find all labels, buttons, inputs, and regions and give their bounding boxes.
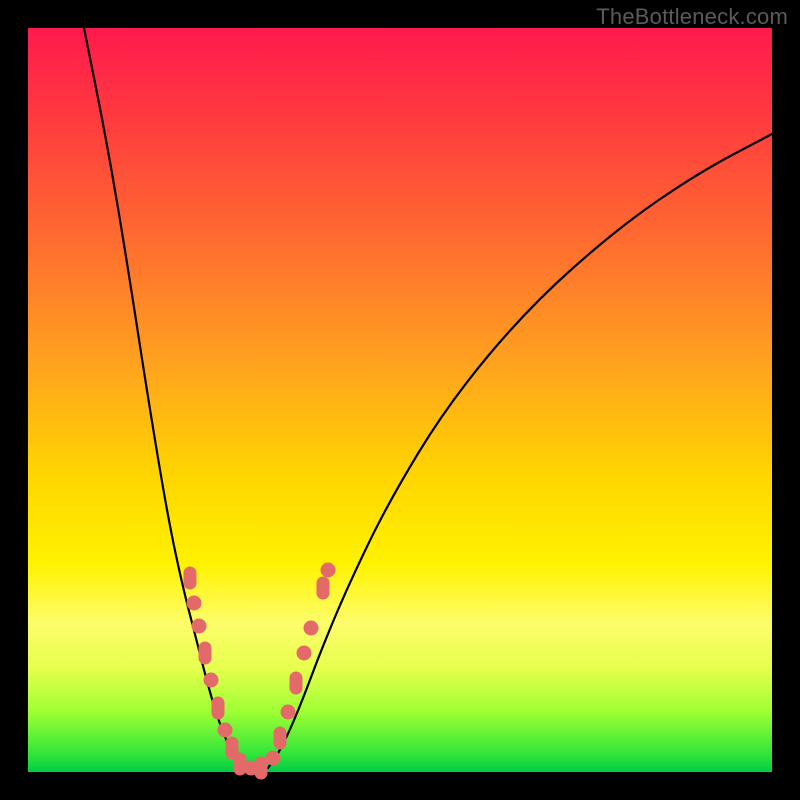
- marker-dot: [218, 723, 232, 737]
- marker-lozenge: [255, 757, 267, 779]
- marker-dot: [187, 596, 201, 610]
- marker-lozenge: [184, 567, 196, 589]
- marker-dot: [321, 563, 335, 577]
- marker-lozenge: [290, 672, 302, 694]
- marker-lozenge: [317, 577, 329, 599]
- marker-dot: [266, 751, 280, 765]
- left-branch-curve: [84, 28, 242, 767]
- marker-dot: [204, 673, 218, 687]
- marker-lozenge: [199, 642, 211, 664]
- chart-svg: [28, 28, 772, 772]
- watermark-text: TheBottleneck.com: [596, 4, 788, 30]
- marker-dot: [281, 705, 295, 719]
- marker-lozenge: [212, 697, 224, 719]
- chart-frame: [28, 28, 772, 772]
- marker-dot: [192, 619, 206, 633]
- marker-dot: [304, 621, 318, 635]
- marker-dot: [297, 646, 311, 660]
- marker-lozenge: [234, 753, 246, 775]
- marker-lozenge: [274, 727, 286, 749]
- right-branch-curve: [268, 134, 772, 768]
